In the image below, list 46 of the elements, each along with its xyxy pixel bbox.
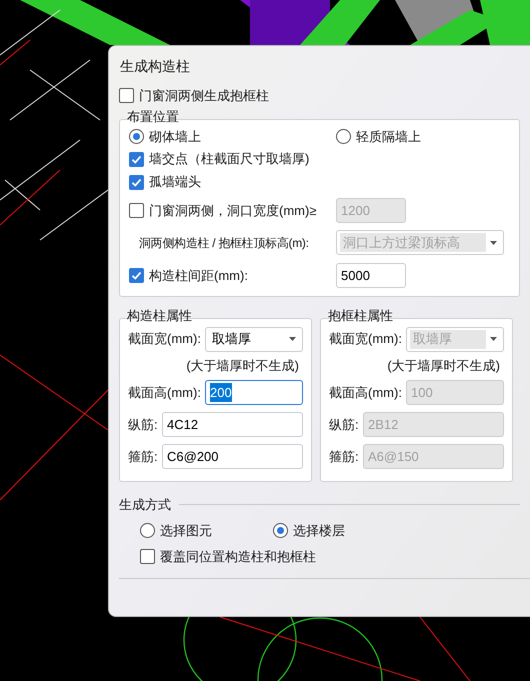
check-icon [131,270,142,281]
input-field[interactable]: 4C12 [162,412,303,437]
field-label: 砌体墙上 [149,128,201,146]
field-label: 截面高(mm): [128,384,201,402]
field-label: 纵筋: [329,416,359,434]
group-title: 抱框柱属性 [328,308,393,322]
field-label: 截面高(mm): [329,384,402,402]
field-label: 箍筋: [128,448,158,466]
section-title: 生成方式 [119,496,171,514]
caret-icon [490,240,497,244]
field-label: 覆盖同位置构造柱和抱框柱 [160,548,316,566]
dropdown[interactable]: 取墙厚 [205,326,303,352]
check-icon [131,176,142,188]
checkbox[interactable] [129,268,144,283]
group-title: 布置位置 [127,110,179,122]
field-label: (大于墙厚时不生成) [186,356,299,375]
checkbox[interactable] [140,548,155,564]
check-icon [131,154,142,164]
field-label: 洞两侧构造柱 / 抱框柱顶标高(m): [139,236,309,250]
input-field[interactable]: C6@200 [162,444,303,469]
radio-button[interactable] [273,523,288,538]
checkbox[interactable] [129,152,144,166]
caret-icon [490,337,497,341]
field-label: 选择图元 [160,522,212,540]
field-label: 截面宽(mm): [128,330,201,348]
field-label: 箍筋: [329,448,359,466]
caret-icon [289,337,296,341]
field-label: 墙交点（柱截面尺寸取墙厚) [149,150,310,168]
field-label: 构造柱间距(mm): [149,266,248,285]
input-field[interactable]: 5000 [336,263,406,288]
field-label: 选择楼层 [293,522,345,540]
checkbox[interactable] [129,174,144,190]
radio-button[interactable] [336,129,351,144]
field-label: 孤墙端头 [149,173,201,192]
group-title: 构造柱属性 [127,308,192,322]
input-field[interactable]: 200 [205,380,303,405]
field-label: 截面宽(mm): [329,330,402,348]
field-label: 轻质隔墙上 [356,128,421,146]
field-label: 门窗洞两侧，洞口宽度(mm)≥ [149,202,316,220]
field-label: 门窗洞两侧生成抱框柱 [139,87,269,105]
checkbox[interactable] [119,88,134,104]
window-title: 生成构造柱 [120,57,191,76]
radio-button[interactable] [129,129,144,144]
field-label: (大于墙厚时不生成) [387,356,500,375]
radio-button[interactable] [140,523,155,538]
field-label: 纵筋: [128,416,158,434]
